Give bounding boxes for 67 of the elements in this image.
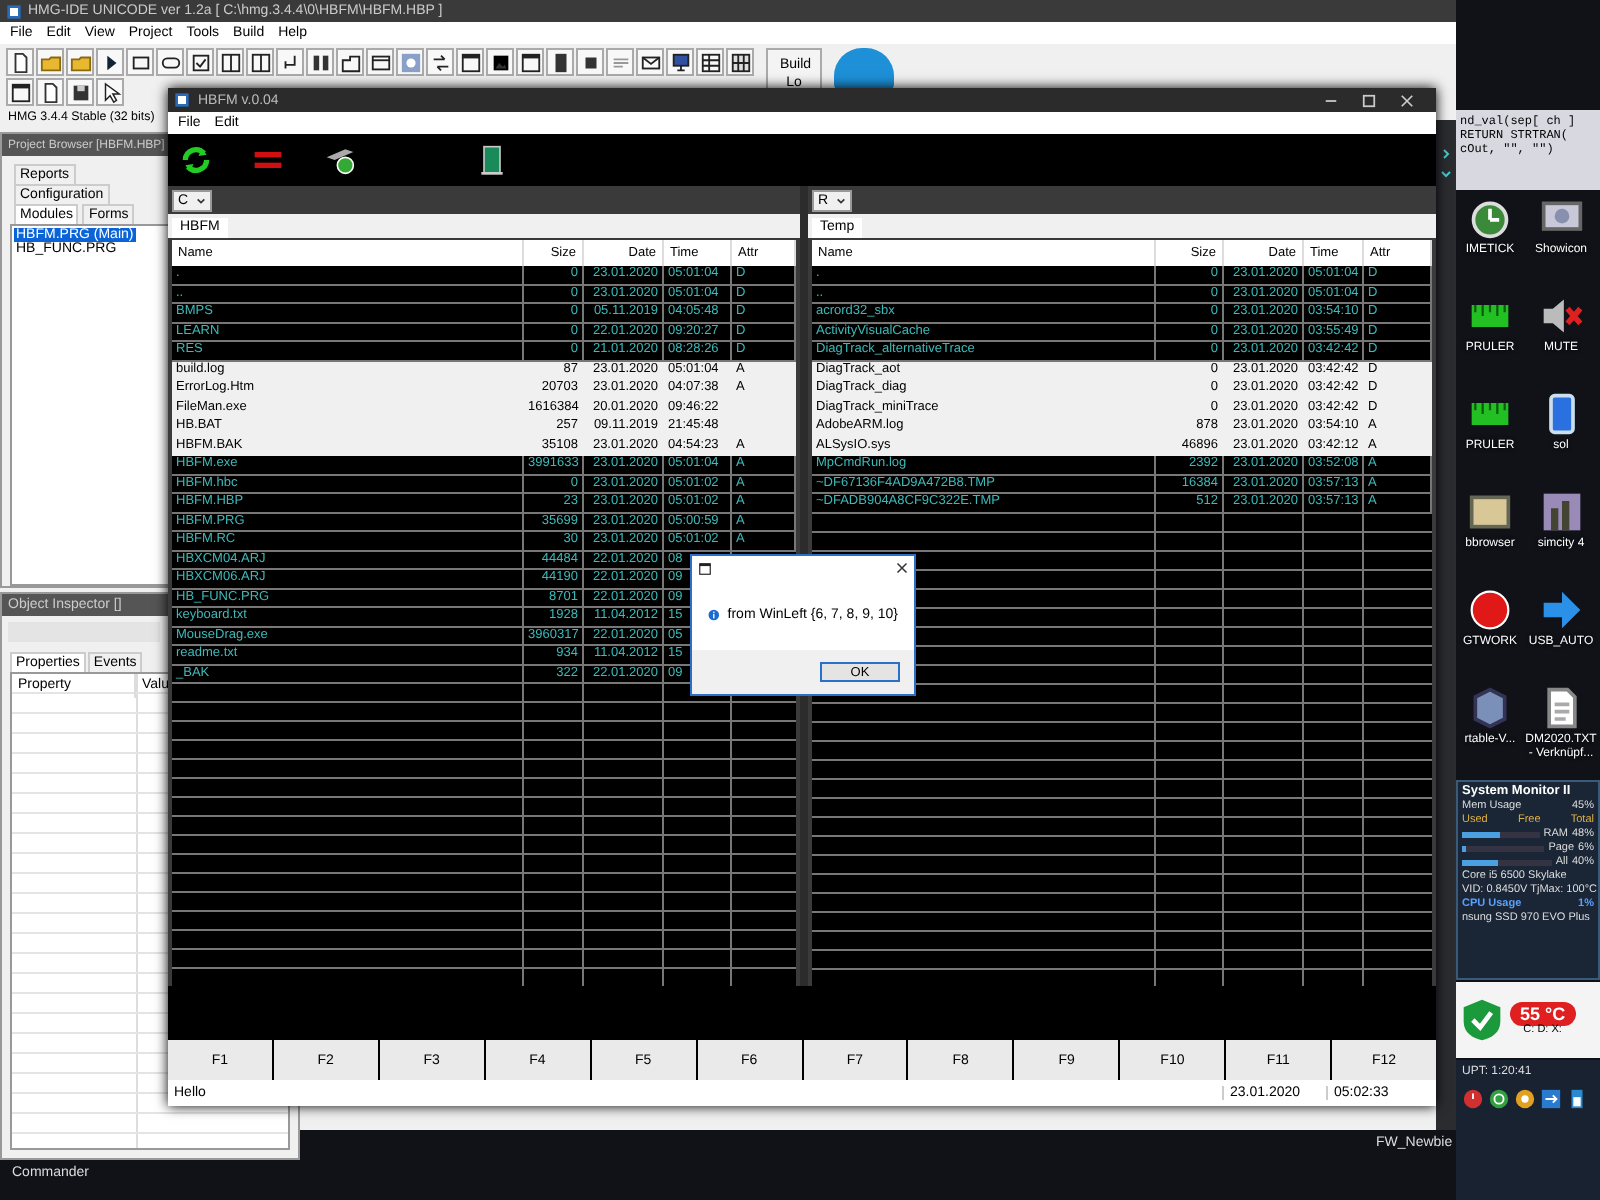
picture-icon [489,51,511,73]
panel-icon [249,51,271,73]
table-icon [699,51,721,73]
close-icon[interactable] [896,562,908,574]
chevron-right-icon [1440,148,1452,160]
drive-check-icon [324,144,356,176]
speaker-mute-icon [1539,294,1583,338]
tool-button[interactable] [696,48,724,76]
square-icon [129,51,151,73]
stopwatch-icon [1468,196,1512,240]
logout-icon [1540,1088,1562,1110]
tool-button[interactable] [246,48,274,76]
cursor-icon [99,81,121,103]
tool-button[interactable] [726,48,754,76]
chevron-down-icon [1440,168,1452,180]
folder-icon [39,51,61,73]
door-icon [476,144,508,176]
checkbox-icon [189,51,211,73]
caret-icon [836,195,846,205]
page-icon [9,51,31,73]
tool-button[interactable] [366,48,394,76]
tool-button[interactable] [276,48,304,76]
image-icon [399,51,421,73]
power-icon [1462,1088,1484,1110]
frame-icon [369,51,391,73]
tool-button[interactable] [6,78,34,106]
caret-icon [196,195,206,205]
maximize-icon[interactable] [1362,93,1376,107]
tool-button[interactable] [36,78,64,106]
tool-button[interactable] [666,48,694,76]
tool-button[interactable] [516,48,544,76]
tool-button[interactable] [426,48,454,76]
tool-button[interactable] [216,48,244,76]
tool-button[interactable] [156,48,184,76]
window-icon [519,51,541,73]
window-icon [698,561,712,575]
corner-line-icon [279,51,301,73]
monitor-icon [669,51,691,73]
temperature-badge: 55 °C [1510,1002,1576,1026]
tool-button[interactable] [636,48,664,76]
tool-button[interactable] [576,48,604,76]
page-icon [39,81,61,103]
panel-icon [219,51,241,73]
tab-icon [339,51,361,73]
tool-button[interactable] [126,48,154,76]
tool-button[interactable] [456,48,484,76]
tool-button[interactable] [336,48,364,76]
envelope-icon [639,51,661,73]
tool-button[interactable] [546,48,574,76]
window-icon [459,51,481,73]
arrows-icon [429,51,451,73]
city-icon [1539,490,1583,534]
arrow-icon [1539,588,1583,632]
tool-button[interactable] [186,48,214,76]
tool-button[interactable] [6,48,34,76]
tool-button[interactable] [96,48,124,76]
refresh-icon [180,144,212,176]
grid-icon [729,51,751,73]
window-icon [9,81,31,103]
tool-button[interactable] [306,48,334,76]
tool-button[interactable] [66,78,94,106]
tool-button[interactable] [486,48,514,76]
columns-icon [309,51,331,73]
tool-button[interactable] [96,78,124,106]
ball-icon [1468,588,1512,632]
app-icon [174,92,190,108]
folder-icon [69,51,91,73]
